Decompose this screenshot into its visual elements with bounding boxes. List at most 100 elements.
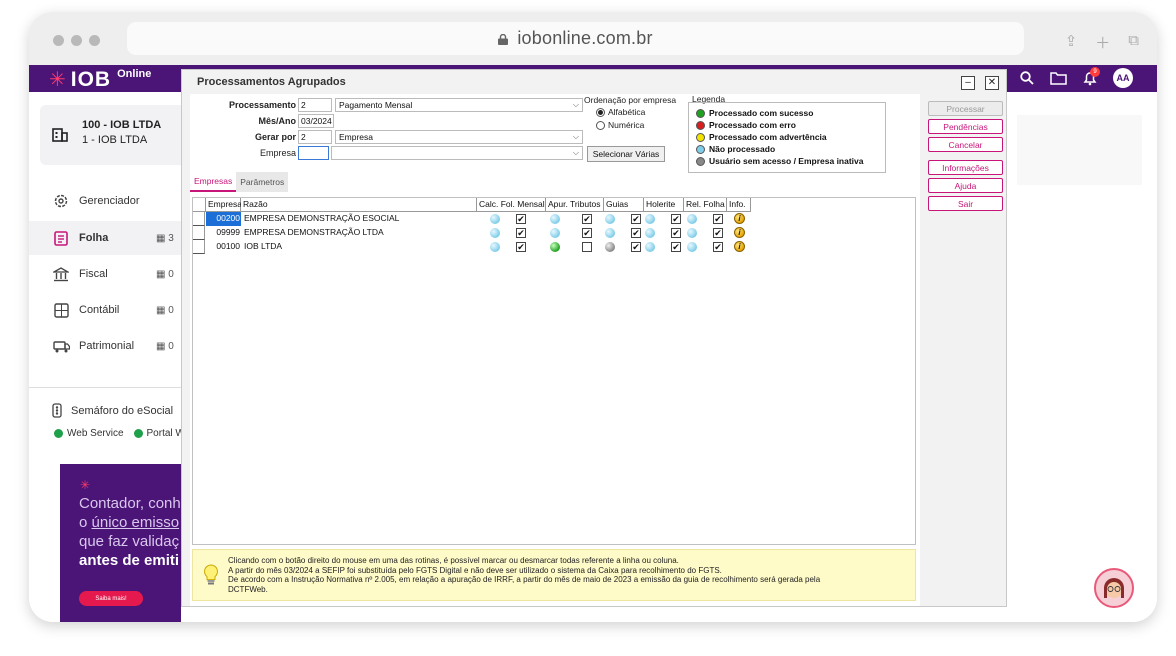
- ajuda-button[interactable]: Ajuda: [928, 178, 1003, 193]
- empresa-code-input[interactable]: [298, 146, 329, 160]
- table-row[interactable]: 00200 EMPRESA DEMONSTRAÇÃO ESOCIAL ✔ ✔ ✔ ✔ ✔ i: [193, 212, 753, 226]
- promo-banner[interactable]: ✳ Contador, conh o único emisso que faz …: [60, 464, 181, 622]
- status-blue-icon[interactable]: [645, 228, 655, 238]
- pendencias-button[interactable]: Pendências: [928, 119, 1003, 134]
- status-blue-icon[interactable]: [490, 228, 500, 238]
- checkbox-checked[interactable]: ✔: [631, 242, 641, 252]
- new-tab-icon[interactable]: ＋: [1095, 32, 1110, 53]
- col-rel-folha[interactable]: Rel. Folha: [684, 198, 727, 212]
- checkbox-checked[interactable]: ✔: [671, 228, 681, 238]
- checkbox-checked[interactable]: ✔: [631, 228, 641, 238]
- col-razao[interactable]: Razão: [241, 198, 477, 212]
- status-blue-icon[interactable]: [550, 228, 560, 238]
- status-blue-icon[interactable]: [490, 242, 500, 252]
- minimize-dot[interactable]: [71, 35, 82, 46]
- maximize-dot[interactable]: [89, 35, 100, 46]
- processamento-select[interactable]: Pagamento Mensal ⌵: [335, 98, 583, 112]
- sidebar-item-fiscal[interactable]: Fiscal ▦ 0: [29, 257, 181, 291]
- company-branch: 1 - IOB LTDA: [82, 134, 148, 146]
- cell-empresa-code[interactable]: 00100: [206, 240, 241, 254]
- col-calc-fol[interactable]: Calc. Fol. Mensal: [477, 198, 546, 212]
- cell-empresa-code[interactable]: 00200: [206, 212, 241, 226]
- cell-empresa-code[interactable]: 09999: [206, 226, 241, 240]
- status-blue-icon[interactable]: [687, 214, 697, 224]
- checkbox-checked[interactable]: ✔: [582, 214, 592, 224]
- mesano-input[interactable]: 03/2024: [298, 114, 334, 128]
- calendar-icon: ▦ 0: [156, 304, 174, 316]
- col-guias[interactable]: Guias: [604, 198, 644, 212]
- tab-parametros[interactable]: Parâmetros: [236, 172, 289, 192]
- checkbox-checked[interactable]: ✔: [671, 214, 681, 224]
- status-blue-icon[interactable]: [645, 242, 655, 252]
- checkbox-unchecked[interactable]: [582, 242, 592, 252]
- col-info[interactable]: Info.: [727, 198, 751, 212]
- user-avatar[interactable]: AA: [1113, 68, 1133, 88]
- notification-bell[interactable]: 9: [1083, 66, 1100, 86]
- address-bar[interactable]: iobonline.com.br: [127, 22, 1024, 55]
- sidebar-item-patrimonial[interactable]: Patrimonial ▦ 0: [29, 329, 181, 363]
- sair-button[interactable]: Sair: [928, 196, 1003, 211]
- folder-icon[interactable]: [1050, 71, 1067, 85]
- sidebar-item-gerenciador[interactable]: Gerenciador: [29, 184, 181, 218]
- checkbox-checked[interactable]: ✔: [713, 242, 723, 252]
- info-icon[interactable]: i: [734, 213, 745, 224]
- promo-link[interactable]: único emisso: [92, 514, 180, 531]
- gerar-por-select[interactable]: Empresa ⌵: [335, 130, 583, 144]
- table-row[interactable]: 00100 IOB LTDA ✔ ✔ ✔ ✔ i: [193, 240, 753, 254]
- gerar-por-code-input[interactable]: 2: [298, 130, 332, 144]
- sidebar-item-folha[interactable]: Folha ▦ 3: [29, 221, 181, 255]
- empresa-select[interactable]: ⌵: [331, 146, 583, 160]
- status-gray-icon[interactable]: [605, 242, 615, 252]
- row-marker[interactable]: [193, 226, 205, 240]
- checkbox-checked[interactable]: ✔: [582, 228, 592, 238]
- close-button[interactable]: ✕: [985, 76, 999, 90]
- table-row[interactable]: 09999 EMPRESA DEMONSTRAÇÃO LTDA ✔ ✔ ✔ ✔ ✔ i: [193, 226, 753, 240]
- tabs-icon[interactable]: ⧉: [1128, 32, 1139, 53]
- saiba-mais-button[interactable]: Saiba mais!: [79, 591, 143, 606]
- iob-logo[interactable]: ✳ IOB Online: [49, 68, 151, 92]
- radio-numerica[interactable]: Numérica: [596, 120, 644, 130]
- radio-alfabetica[interactable]: Alfabética: [596, 107, 645, 117]
- status-blue-icon[interactable]: [605, 228, 615, 238]
- status-blue-icon[interactable]: [645, 214, 655, 224]
- col-holerite[interactable]: Holerite: [644, 198, 684, 212]
- col-empresa[interactable]: Empresa: [206, 198, 242, 212]
- checkbox-checked[interactable]: ✔: [516, 228, 526, 238]
- processar-button[interactable]: Processar: [928, 101, 1003, 116]
- processamento-code-input[interactable]: 2: [298, 98, 332, 112]
- status-green-icon[interactable]: [550, 242, 560, 252]
- selecionar-varias-button[interactable]: Selecionar Várias: [587, 146, 665, 162]
- checkbox-checked[interactable]: ✔: [631, 214, 641, 224]
- search-icon[interactable]: [1020, 71, 1034, 85]
- empresas-grid: Empresa Razão Calc. Fol. Mensal Apur. Tr…: [192, 197, 916, 545]
- minimize-icon: –: [965, 77, 971, 88]
- cancelar-button[interactable]: Cancelar: [928, 137, 1003, 152]
- checkbox-checked[interactable]: ✔: [516, 242, 526, 252]
- info-icon[interactable]: i: [734, 227, 745, 238]
- status-blue-icon[interactable]: [687, 228, 697, 238]
- mesano-label: Mês/Ano: [258, 116, 296, 126]
- checkbox-checked[interactable]: ✔: [713, 214, 723, 224]
- checkbox-checked[interactable]: ✔: [516, 214, 526, 224]
- assistant-avatar[interactable]: [1094, 568, 1134, 608]
- status-blue-icon[interactable]: [550, 214, 560, 224]
- checkbox-checked[interactable]: ✔: [671, 242, 681, 252]
- col-apur-tributos[interactable]: Apur. Tributos: [546, 198, 604, 212]
- share-icon[interactable]: ⇪: [1065, 32, 1078, 53]
- checkbox-checked[interactable]: ✔: [713, 228, 723, 238]
- company-selector[interactable]: 100 - IOB LTDA 1 - IOB LTDA: [40, 105, 181, 165]
- row-marker[interactable]: [193, 212, 205, 226]
- status-blue-icon[interactable]: [490, 214, 500, 224]
- legend-item: Processado com erro: [696, 120, 796, 130]
- semaforo-esocial[interactable]: Semáforo do eSocial: [52, 403, 173, 418]
- gerar-por-label: Gerar por: [254, 132, 296, 142]
- tab-empresas[interactable]: Empresas: [190, 172, 237, 192]
- info-icon[interactable]: i: [734, 241, 745, 252]
- close-dot[interactable]: [53, 35, 64, 46]
- minimize-button[interactable]: –: [961, 76, 975, 90]
- status-blue-icon[interactable]: [605, 214, 615, 224]
- sidebar-item-contabil[interactable]: Contábil ▦ 0: [29, 293, 181, 327]
- status-blue-icon[interactable]: [687, 242, 697, 252]
- row-marker[interactable]: [193, 240, 205, 254]
- informacoes-button[interactable]: Informações: [928, 160, 1003, 175]
